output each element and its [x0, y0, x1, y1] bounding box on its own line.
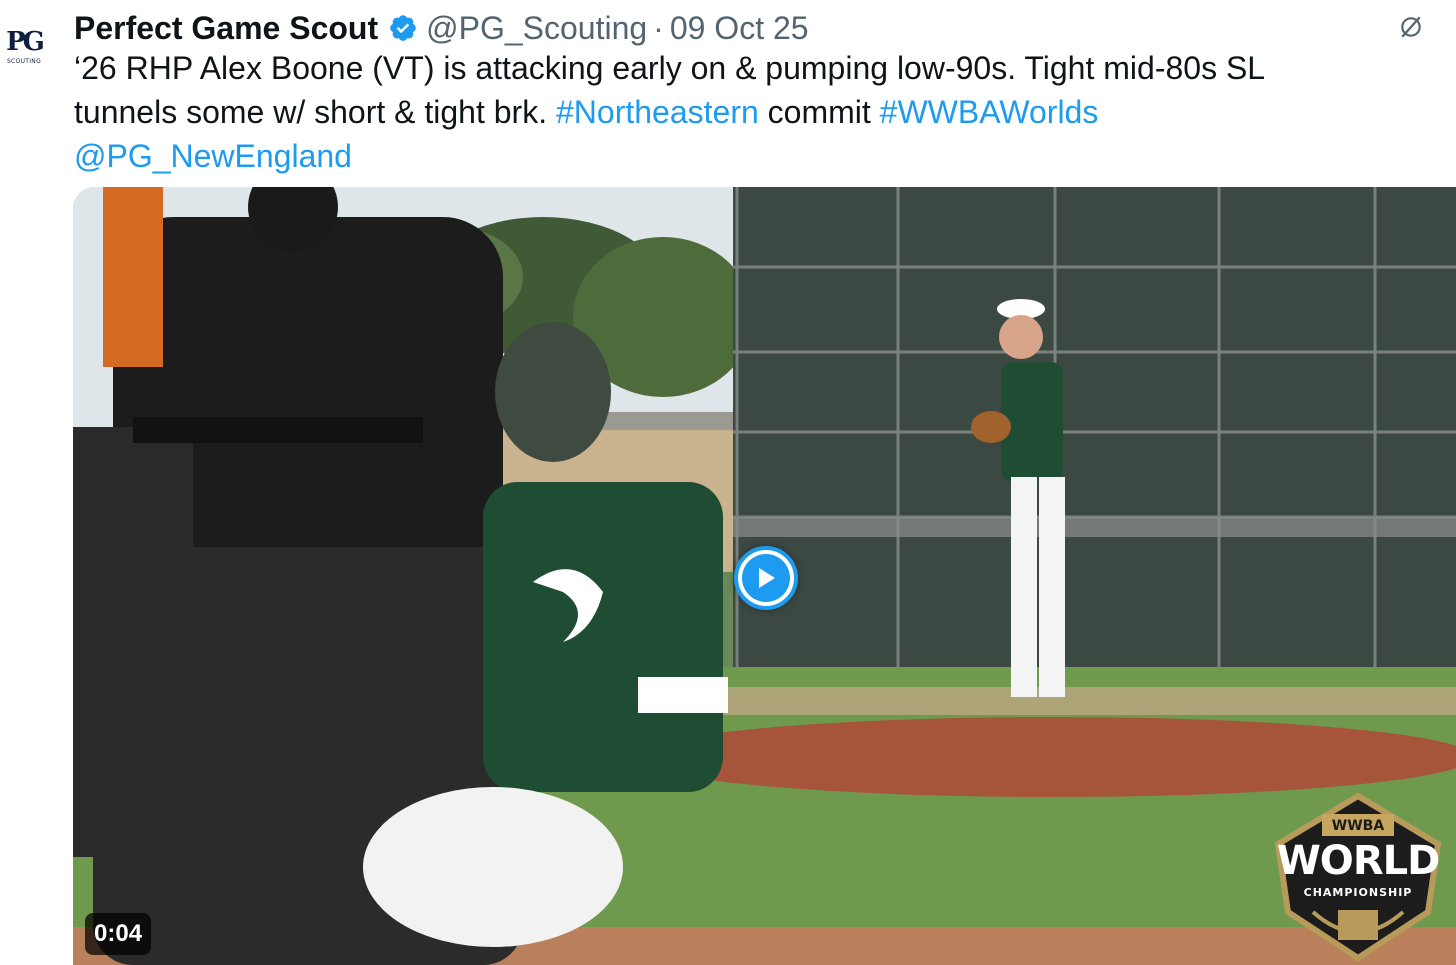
badge-sub-text: CHAMPIONSHIP: [1303, 886, 1413, 899]
author-name[interactable]: Perfect Game Scout: [74, 10, 378, 47]
tweet-text-line: @PG_NewEngland: [74, 134, 1414, 178]
tweet-date[interactable]: 09 Oct 25: [670, 10, 809, 47]
badge-top-text: WWBA: [1331, 818, 1385, 834]
verified-badge-icon: [390, 15, 416, 41]
slashed-circle-icon[interactable]: [1398, 14, 1424, 40]
tweet-text-line: ‘26 RHP Alex Boone (VT) is attacking ear…: [74, 46, 1414, 90]
avatar[interactable]: PG SCOUTING: [6, 27, 45, 72]
badge-main-text: WORLD: [1276, 838, 1441, 884]
tweet-text: ‘26 RHP Alex Boone (VT) is attacking ear…: [74, 46, 1414, 178]
video-duration: 0:04: [85, 913, 152, 955]
avatar-logo: PG: [6, 27, 45, 57]
mention-link[interactable]: @PG_NewEngland: [74, 138, 352, 174]
tweet-text-line: tunnels some w/ short & tight brk. #Nort…: [74, 90, 1414, 134]
hashtag-link[interactable]: #WWBAWorlds: [880, 94, 1099, 130]
tweet-header: Perfect Game Scout @PG_Scouting · 09 Oct…: [74, 6, 809, 50]
play-button[interactable]: [734, 546, 798, 610]
video-player[interactable]: 0:04 WWBA WORLD CHAMPIONSHIP: [73, 187, 1456, 965]
hashtag-link[interactable]: #Northeastern: [556, 94, 759, 130]
avatar-subtext: SCOUTING: [6, 58, 42, 65]
wwba-world-championship-logo: WWBA WORLD CHAMPIONSHIP: [1268, 792, 1448, 962]
tweet-text-segment: commit: [758, 94, 880, 130]
play-icon: [759, 568, 775, 588]
tweet-text-segment: tunnels some w/ short & tight brk.: [74, 94, 556, 130]
author-handle[interactable]: @PG_Scouting: [426, 10, 647, 47]
tweet-text-segment: ‘26 RHP Alex Boone (VT) is attacking ear…: [74, 50, 1266, 86]
separator-dot: ·: [653, 9, 664, 46]
